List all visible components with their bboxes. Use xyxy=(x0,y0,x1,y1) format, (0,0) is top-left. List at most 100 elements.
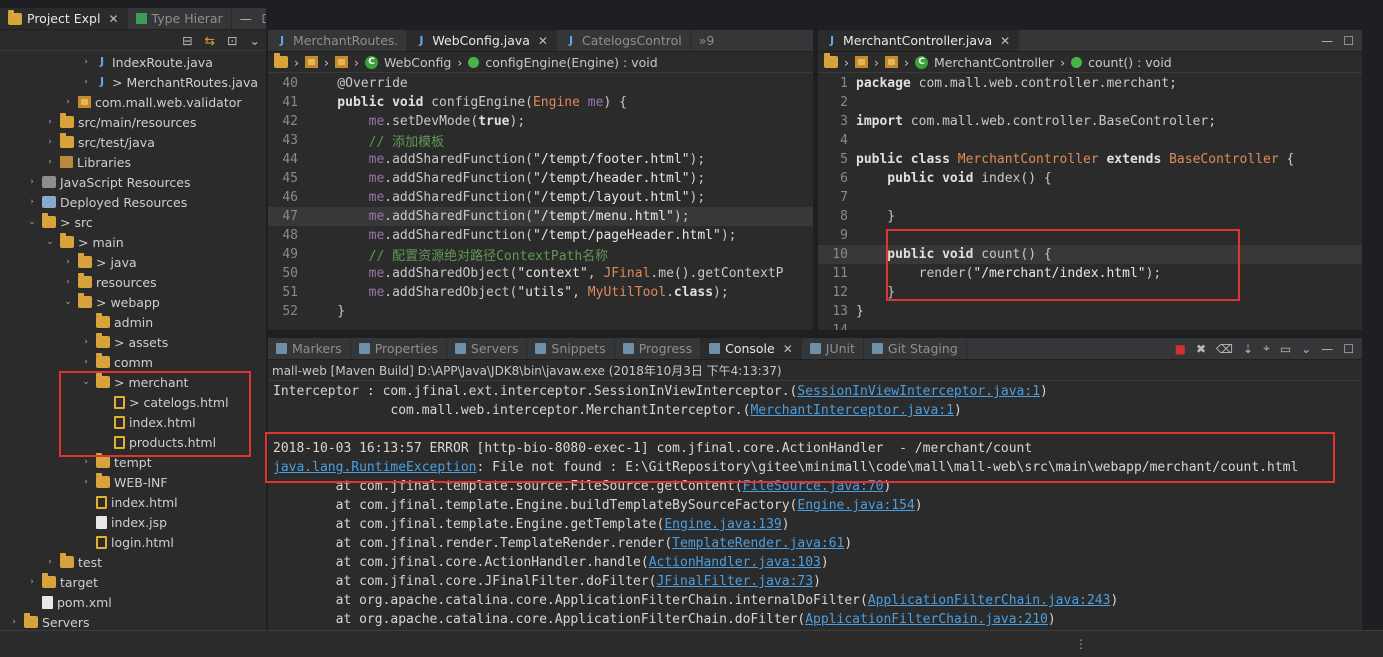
expand-toggle-icon[interactable]: › xyxy=(44,557,56,567)
expand-toggle-icon[interactable]: › xyxy=(26,177,38,187)
collapse-all-icon[interactable]: ⊟ xyxy=(182,33,192,48)
expand-toggle-icon[interactable]: › xyxy=(26,577,38,587)
expand-toggle-icon[interactable]: › xyxy=(80,357,92,367)
view-menu-icon[interactable]: ⌄ xyxy=(250,33,260,48)
tab-project-explorer[interactable]: Project Expl ✕ xyxy=(0,8,128,29)
tree-item[interactable]: › src/test/java xyxy=(0,132,266,152)
tab-progress[interactable]: Progress xyxy=(615,338,702,359)
breadcrumb-class[interactable]: MerchantController xyxy=(934,55,1054,70)
tree-item[interactable]: > catelogs.html xyxy=(0,392,266,412)
expand-toggle-icon[interactable]: ⌄ xyxy=(44,237,56,247)
tab-catelogscontrol[interactable]: CatelogsControl xyxy=(557,30,691,51)
expand-toggle-icon[interactable]: › xyxy=(8,617,20,627)
stacktrace-link[interactable]: TemplateRender.java:61 xyxy=(672,536,844,551)
tree-item[interactable]: › JavaScript Resources xyxy=(0,172,266,192)
expand-toggle-icon[interactable]: › xyxy=(62,97,74,107)
tree-item[interactable]: login.html xyxy=(0,532,266,552)
tree-item[interactable]: › Deployed Resources xyxy=(0,192,266,212)
open-console-icon[interactable]: ⌄ xyxy=(1301,342,1311,356)
stacktrace-link[interactable]: SessionInViewInterceptor.java:1 xyxy=(797,384,1040,399)
tab-junit[interactable]: JUnit xyxy=(802,338,864,359)
maximize-icon[interactable]: ☐ xyxy=(262,12,266,26)
tab-servers[interactable]: Servers xyxy=(447,338,528,359)
tree-item[interactable]: › Servers xyxy=(0,612,266,630)
minimize-icon[interactable]: — xyxy=(1321,342,1333,356)
tab-merchantcontroller[interactable]: MerchantController.java ✕ xyxy=(818,30,1020,51)
breadcrumb-class[interactable]: WebConfig xyxy=(384,55,451,70)
stacktrace-link[interactable]: ApplicationFilterChain.java:243 xyxy=(868,593,1111,608)
tree-item[interactable]: › resources xyxy=(0,272,266,292)
tree-item[interactable]: index.html xyxy=(0,412,266,432)
maximize-icon[interactable]: ☐ xyxy=(1343,342,1354,356)
link-editor-icon[interactable]: ⇆ xyxy=(205,33,215,48)
expand-toggle-icon[interactable]: › xyxy=(80,457,92,467)
tree-item[interactable]: ⌄ > merchant xyxy=(0,372,266,392)
close-icon[interactable]: ✕ xyxy=(108,12,118,26)
package-icon[interactable] xyxy=(885,56,898,68)
close-icon[interactable]: ✕ xyxy=(783,342,793,356)
expand-toggle-icon[interactable]: ⌄ xyxy=(62,297,74,307)
tree-item[interactable]: › > java xyxy=(0,252,266,272)
package-icon[interactable] xyxy=(335,56,348,68)
tree-item[interactable]: › tempt xyxy=(0,452,266,472)
stacktrace-link[interactable]: java.lang.RuntimeException xyxy=(273,460,477,475)
tree-item[interactable]: › > MerchantRoutes.java xyxy=(0,72,266,92)
tree-item[interactable]: › IndexRoute.java xyxy=(0,52,266,72)
minimize-icon[interactable]: — xyxy=(240,12,252,26)
stacktrace-link[interactable]: ApplicationFilterChain.java:210 xyxy=(805,612,1048,627)
stacktrace-link[interactable]: Engine.java:139 xyxy=(664,517,781,532)
tree-item[interactable]: › WEB-INF xyxy=(0,472,266,492)
tree-item[interactable]: › target xyxy=(0,572,266,592)
tree-item[interactable]: ⌄ > src xyxy=(0,212,266,232)
tree-item[interactable]: pom.xml xyxy=(0,592,266,612)
tree-item[interactable]: › Libraries xyxy=(0,152,266,172)
stacktrace-link[interactable]: Engine.java:154 xyxy=(797,498,914,513)
expand-toggle-icon[interactable]: › xyxy=(62,277,74,287)
tree-item[interactable]: admin xyxy=(0,312,266,332)
minimize-icon[interactable]: — xyxy=(1321,34,1333,48)
clear-console-icon[interactable]: ⌫ xyxy=(1216,342,1233,356)
expand-toggle-icon[interactable]: ⌄ xyxy=(80,377,92,387)
tree-item[interactable]: products.html xyxy=(0,432,266,452)
stacktrace-link[interactable]: FileSource.java:70 xyxy=(743,479,884,494)
close-icon[interactable]: ✕ xyxy=(538,34,548,48)
scroll-lock-icon[interactable]: ⇣ xyxy=(1243,342,1253,356)
expand-toggle-icon[interactable]: › xyxy=(62,257,74,267)
tab-webconfig[interactable]: WebConfig.java ✕ xyxy=(407,30,557,51)
terminate-icon[interactable]: ■ xyxy=(1175,342,1186,356)
remove-launch-icon[interactable]: ✖ xyxy=(1196,342,1206,356)
tree-item[interactable]: › > assets xyxy=(0,332,266,352)
project-icon[interactable] xyxy=(824,53,838,68)
expand-toggle-icon[interactable]: ⌄ xyxy=(26,217,38,227)
close-icon[interactable]: ✕ xyxy=(1000,34,1010,48)
expand-toggle-icon[interactable]: › xyxy=(44,137,56,147)
tab-git-staging[interactable]: Git Staging xyxy=(864,338,967,359)
tree-item[interactable]: index.jsp xyxy=(0,512,266,532)
stacktrace-link[interactable]: JFinalFilter.java:73 xyxy=(657,574,814,589)
expand-toggle-icon[interactable]: › xyxy=(80,337,92,347)
tab-console[interactable]: Console ✕ xyxy=(701,338,802,359)
console-output[interactable]: Interceptor : com.jfinal.ext.interceptor… xyxy=(268,382,1362,629)
project-icon[interactable] xyxy=(274,53,288,68)
pin-console-icon[interactable]: ⌖ xyxy=(1263,341,1270,356)
code-area[interactable]: 1 package com.mall.web.controller.merchan… xyxy=(818,74,1362,330)
tree-item[interactable]: › com.mall.web.validator xyxy=(0,92,266,112)
tree-item[interactable]: ⌄ > main xyxy=(0,232,266,252)
maximize-icon[interactable]: ☐ xyxy=(1343,34,1354,48)
tab-type-hierarchy[interactable]: Type Hierar xyxy=(128,8,232,29)
breadcrumb-method[interactable]: count() : void xyxy=(1088,55,1172,70)
tab-markers[interactable]: Markers xyxy=(268,338,351,359)
tab-merchantroutes[interactable]: MerchantRoutes. xyxy=(268,30,408,51)
expand-toggle-icon[interactable]: › xyxy=(44,117,56,127)
display-console-icon[interactable]: ▭ xyxy=(1280,342,1291,356)
tab-properties[interactable]: Properties xyxy=(351,338,447,359)
tree-item[interactable]: index.html xyxy=(0,492,266,512)
tab-snippets[interactable]: Snippets xyxy=(527,338,615,359)
tree-item[interactable]: ⌄ > webapp xyxy=(0,292,266,312)
drag-handle-icon[interactable]: ⋮ xyxy=(1075,637,1087,651)
tree-item[interactable]: › comm xyxy=(0,352,266,372)
expand-toggle-icon[interactable]: › xyxy=(80,57,92,67)
breadcrumb-method[interactable]: configEngine(Engine) : void xyxy=(485,55,657,70)
expand-toggle-icon[interactable]: › xyxy=(80,477,92,487)
expand-toggle-icon[interactable]: › xyxy=(80,77,92,87)
